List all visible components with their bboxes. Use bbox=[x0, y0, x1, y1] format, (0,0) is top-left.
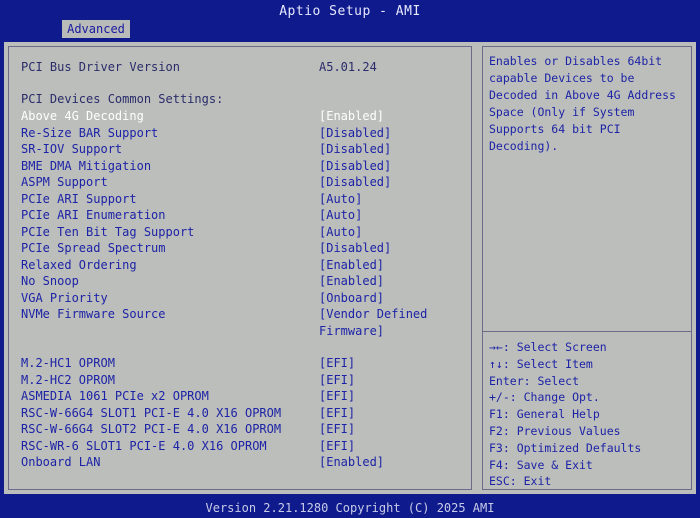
setting-above-4g-decoding[interactable]: Above 4G Decoding [Enabled] bbox=[21, 108, 461, 124]
setting-pcie-ari-enumeration[interactable]: PCIe ARI Enumeration [Auto] bbox=[21, 207, 461, 223]
setting-nvme-firmware-source[interactable]: NVMe Firmware Source [Vendor Defined bbox=[21, 306, 461, 322]
setting-bme-dma[interactable]: BME DMA Mitigation [Disabled] bbox=[21, 158, 461, 174]
setting-rsc-slot2-oprom[interactable]: RSC-W-66G4 SLOT2 PCI-E 4.0 X16 OPROM [EF… bbox=[21, 421, 461, 437]
key-change-opt: +/-: Change Opt. bbox=[489, 390, 600, 405]
key-esc-exit: ESC: Exit bbox=[489, 474, 552, 489]
setting-nvme-firmware-source-cont: Firmware] bbox=[319, 323, 385, 338]
help-pane: Enables or Disables 64bit capable Device… bbox=[482, 46, 692, 490]
setting-vga-priority[interactable]: VGA Priority [Onboard] bbox=[21, 290, 461, 306]
setting-onboard-lan[interactable]: Onboard LAN [Enabled] bbox=[21, 454, 461, 470]
setup-title: Aptio Setup - AMI bbox=[279, 4, 421, 19]
help-divider bbox=[483, 331, 691, 332]
driver-version-row: PCI Bus Driver Version A5.01.24 bbox=[21, 59, 461, 75]
setting-aspm[interactable]: ASPM Support [Disabled] bbox=[21, 174, 461, 190]
section-heading: PCI Devices Common Settings: bbox=[21, 92, 224, 106]
settings-pane: PCI Bus Driver Version A5.01.24 PCI Devi… bbox=[8, 46, 472, 490]
setting-m2-hc2-oprom[interactable]: M.2-HC2 OPROM [EFI] bbox=[21, 372, 461, 388]
driver-version-value: A5.01.24 bbox=[319, 60, 377, 74]
key-enter: Enter: Select bbox=[489, 373, 580, 388]
key-select-screen: →←: Select Screen bbox=[489, 340, 607, 354]
key-optimized-defaults: F3: Optimized Defaults bbox=[489, 440, 642, 455]
title-bar: Aptio Setup - AMI Advanced bbox=[0, 0, 700, 38]
setting-pcie-spread-spectrum[interactable]: PCIe Spread Spectrum [Disabled] bbox=[21, 240, 461, 256]
setting-asmedia-oprom[interactable]: ASMEDIA 1061 PCIe x2 OPROM [EFI] bbox=[21, 388, 461, 404]
setting-relaxed-ordering[interactable]: Relaxed Ordering [Enabled] bbox=[21, 257, 461, 273]
setting-rsc-slot1-oprom[interactable]: RSC-W-66G4 SLOT1 PCI-E 4.0 X16 OPROM [EF… bbox=[21, 405, 461, 421]
main-panel: PCI Bus Driver Version A5.01.24 PCI Devi… bbox=[4, 42, 696, 494]
key-general-help: F1: General Help bbox=[489, 407, 600, 422]
key-select-item: ↑↓: Select Item bbox=[489, 356, 593, 371]
key-previous-values: F2: Previous Values bbox=[489, 423, 621, 438]
help-description: Enables or Disables 64bit capable Device… bbox=[489, 54, 676, 153]
key-legend: →←: Select Screen ↑↓: Select Item Enter:… bbox=[489, 339, 687, 490]
setting-rsc-wr6-oprom[interactable]: RSC-WR-6 SLOT1 PCI-E 4.0 X16 OPROM [EFI] bbox=[21, 438, 461, 454]
setting-pcie-ari-support[interactable]: PCIe ARI Support [Auto] bbox=[21, 191, 461, 207]
key-save-exit: F4: Save & Exit bbox=[489, 457, 593, 472]
footer-version: Version 2.21.1280 Copyright (C) 2025 AMI bbox=[205, 501, 495, 515]
setting-m2-hc1-oprom[interactable]: M.2-HC1 OPROM [EFI] bbox=[21, 355, 461, 371]
setting-pcie-ten-bit-tag[interactable]: PCIe Ten Bit Tag Support [Auto] bbox=[21, 224, 461, 240]
setting-resize-bar[interactable]: Re-Size BAR Support [Disabled] bbox=[21, 125, 461, 141]
tab-advanced[interactable]: Advanced bbox=[62, 20, 130, 38]
driver-version-label: PCI Bus Driver Version bbox=[21, 60, 180, 74]
setting-sr-iov[interactable]: SR-IOV Support [Disabled] bbox=[21, 141, 461, 157]
setting-no-snoop[interactable]: No Snoop [Enabled] bbox=[21, 273, 461, 289]
